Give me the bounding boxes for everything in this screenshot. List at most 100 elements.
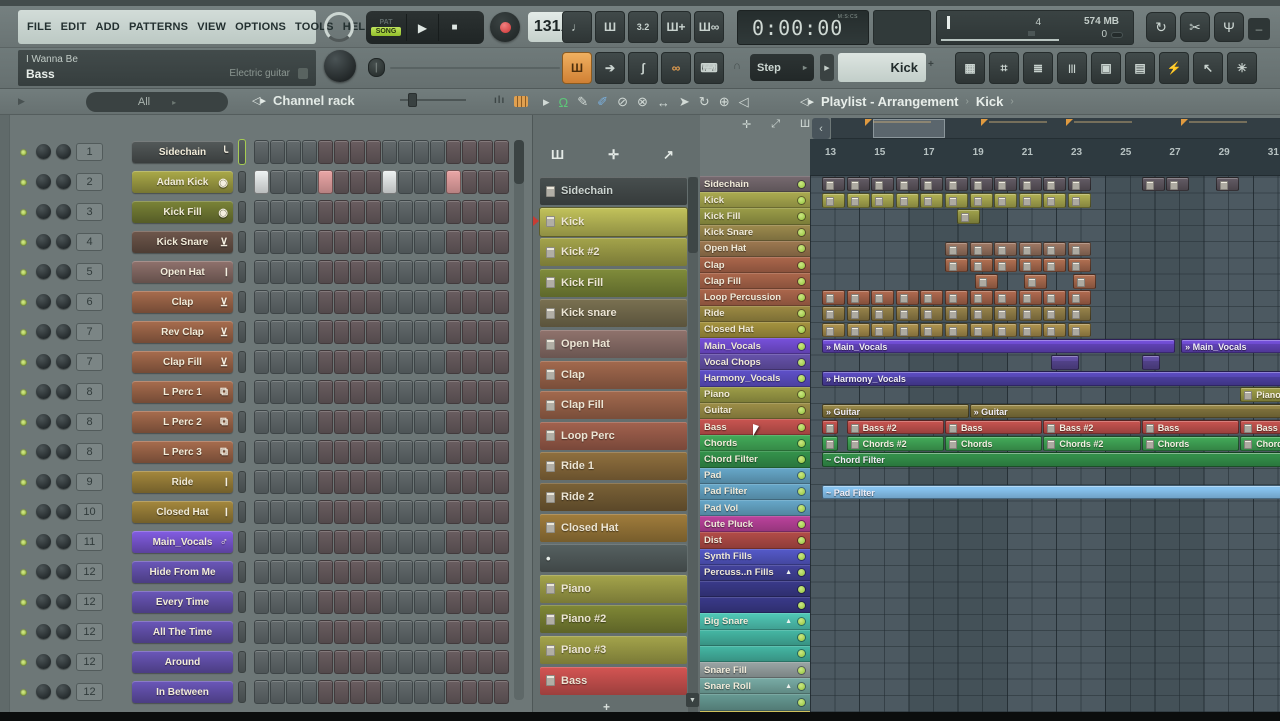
step-cell-8[interactable] [366,470,381,494]
pattern-clip[interactable] [871,290,894,305]
step-cell-13[interactable] [446,650,461,674]
step-cell-15[interactable] [478,500,493,524]
playback-tool-icon[interactable]: ➤ [679,94,690,110]
channel-mute-led[interactable] [20,479,27,486]
pattern-clip[interactable] [994,323,1017,338]
channel-button[interactable]: In Between [132,681,233,703]
step-cell-12[interactable] [430,590,445,614]
pattern-clip[interactable] [847,323,870,338]
channel-mute-led[interactable] [20,449,27,456]
channel-rack-window-button[interactable]: ≣ [1023,52,1053,84]
magnify-icon[interactable]: ⊕ [719,94,730,110]
step-cell-13[interactable] [446,680,461,704]
channel-mute-led[interactable] [20,179,27,186]
channel-mute-led[interactable] [20,239,27,246]
step-cell-12[interactable] [430,500,445,524]
step-cell-4[interactable] [302,560,317,584]
step-cell-4[interactable] [302,650,317,674]
step-cell-1[interactable] [254,500,269,524]
step-cell-10[interactable] [398,140,413,164]
step-cell-6[interactable] [334,410,349,434]
step-cell-3[interactable] [286,440,301,464]
step-cell-14[interactable] [462,260,477,284]
step-cell-2[interactable] [270,560,285,584]
step-cell-9[interactable] [382,410,397,434]
step-cell-6[interactable] [334,290,349,314]
step-cell-7[interactable] [350,500,365,524]
playlist-track-guitar[interactable]: Guitar [700,403,810,419]
step-cell-7[interactable] [350,440,365,464]
playlist-track-percuss-n-fills[interactable]: Percuss..n Fills▲ [700,565,810,581]
track-mute-led[interactable] [798,440,805,447]
step-cell-16[interactable] [494,470,509,494]
channel-button[interactable]: Hide From Me [132,561,233,583]
step-cell-11[interactable] [414,590,429,614]
channel-volume-knob[interactable] [56,504,71,519]
stretch-icon[interactable]: ⤢ [771,118,780,131]
step-cell-7[interactable] [350,590,365,614]
menu-add[interactable]: ADD [96,21,120,33]
step-cell-15[interactable] [478,590,493,614]
channel-pan-knob[interactable] [36,144,51,159]
pattern-clip[interactable] [970,177,993,192]
stop-button[interactable]: ■ [438,14,470,41]
pattern-clip[interactable] [945,290,968,305]
pattern-item-sidechain[interactable]: Sidechain [540,177,687,205]
pattern-clip-bass-2[interactable]: Bass #2 [847,420,944,435]
channel-pan-knob[interactable] [36,324,51,339]
step-cell-16[interactable] [494,530,509,554]
pattern-item-kick-fill[interactable]: Kick Fill [540,269,687,297]
channel-pan-knob[interactable] [36,414,51,429]
step-cell-7[interactable] [350,530,365,554]
step-cell-10[interactable] [398,590,413,614]
channel-volume-knob[interactable] [56,204,71,219]
step-cell-5[interactable] [318,590,333,614]
pattern-clip[interactable] [1043,242,1066,257]
channel-volume-knob[interactable] [56,294,71,309]
step-cell-12[interactable] [430,440,445,464]
step-cell-12[interactable] [430,530,445,554]
channel-volume-knob[interactable] [56,174,71,189]
playlist-track-snare-fill[interactable]: Snare Fill [700,662,810,678]
pitch-slider-thumb[interactable]: │ [368,58,385,77]
step-cell-9[interactable] [382,230,397,254]
playlist-overview-bar[interactable] [831,118,1280,139]
step-cell-14[interactable] [462,290,477,314]
pattern-clip[interactable] [1043,258,1066,273]
step-cell-3[interactable] [286,530,301,554]
pattern-clip[interactable] [970,306,993,321]
step-cell-16[interactable] [494,500,509,524]
step-cell-7[interactable] [350,470,365,494]
step-cell-1[interactable] [254,170,269,194]
channel-volume-knob[interactable] [56,444,71,459]
channel-mute-cell[interactable] [238,139,246,165]
step-cell-15[interactable] [478,530,493,554]
step-cell-4[interactable] [302,410,317,434]
step-cell-3[interactable] [286,560,301,584]
step-cell-16[interactable] [494,440,509,464]
step-cell-15[interactable] [478,230,493,254]
step-cell-1[interactable] [254,260,269,284]
channel-pan-knob[interactable] [36,624,51,639]
step-cell-10[interactable] [398,470,413,494]
pattern-clip[interactable] [1019,242,1042,257]
step-cell-14[interactable] [462,350,477,374]
step-cell-3[interactable] [286,500,301,524]
step-cell-3[interactable] [286,260,301,284]
channel-pan-knob[interactable] [36,684,51,699]
step-cell-5[interactable] [318,380,333,404]
step-cell-12[interactable] [430,170,445,194]
channel-pan-knob[interactable] [36,564,51,579]
step-cell-5[interactable] [318,260,333,284]
pitch-slider-track[interactable] [390,67,560,69]
step-cell-14[interactable] [462,620,477,644]
step-cell-14[interactable] [462,560,477,584]
step-cell-11[interactable] [414,500,429,524]
step-cell-4[interactable] [302,620,317,644]
pattern-clip-bass[interactable]: Bass [1142,420,1239,435]
step-cell-14[interactable] [462,470,477,494]
step-cell-6[interactable] [334,440,349,464]
pattern-item-ride-1[interactable]: Ride 1 [540,452,687,480]
channel-mute-led[interactable] [20,539,27,546]
step-cell-12[interactable] [430,140,445,164]
